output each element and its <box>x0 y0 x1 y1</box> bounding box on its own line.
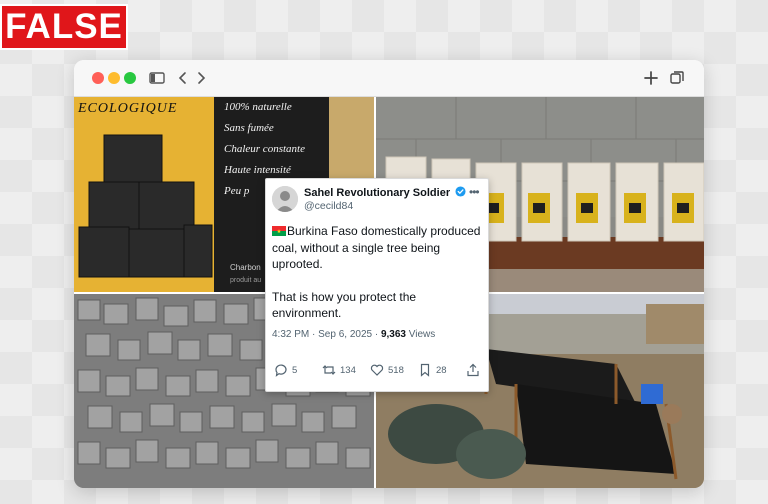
tweet-text-paragraph-2: That is how you protect the environment. <box>272 289 417 321</box>
share-icon <box>467 363 479 377</box>
minimize-window-button[interactable] <box>108 72 120 84</box>
package-claim-line: 100% naturelle <box>224 101 292 113</box>
tabs-overview-icon[interactable] <box>668 69 686 87</box>
share-button[interactable] <box>466 363 480 377</box>
like-count: 518 <box>388 364 404 376</box>
tweet-text-paragraph-1: Burkina Faso domestically produced coal,… <box>272 224 481 271</box>
package-brand: ECOLOGIQUE <box>78 101 178 116</box>
tweet-text: Burkina Faso domestically produced coal,… <box>272 223 482 322</box>
tweet-handle[interactable]: @cecild84 <box>304 200 353 212</box>
tweet-author[interactable]: Sahel Revolutionary Soldier <box>304 186 466 199</box>
more-options-icon[interactable]: ••• <box>469 185 480 199</box>
burkina-faso-flag-icon <box>272 226 286 236</box>
tweet-views-label: Views <box>405 329 436 340</box>
new-tab-icon[interactable] <box>642 69 660 87</box>
bookmark-button[interactable]: 28 <box>418 363 447 377</box>
verified-badge-icon <box>455 186 466 197</box>
package-footer-2: produit au <box>230 277 262 284</box>
repost-icon <box>322 365 336 375</box>
forward-icon[interactable] <box>192 69 210 87</box>
verdict-badge: FALSE <box>0 4 128 50</box>
repost-count: 134 <box>340 364 356 376</box>
tweet-actions: 5 134 518 28 <box>266 363 488 383</box>
reply-button[interactable]: 5 <box>274 363 297 377</box>
tweet-author-name[interactable]: Sahel Revolutionary Soldier <box>304 187 450 199</box>
tweet-meta: 4:32 PM · Sep 6, 2025 · 9,363 Views <box>272 329 435 340</box>
maximize-window-button[interactable] <box>124 72 136 84</box>
package-claim-line: Chaleur constante <box>224 143 305 155</box>
bookmark-count: 28 <box>436 364 447 376</box>
back-icon[interactable] <box>174 69 192 87</box>
package-footer: Charbon <box>230 263 261 272</box>
heart-icon <box>370 364 384 376</box>
close-window-button[interactable] <box>92 72 104 84</box>
sidebar-icon[interactable] <box>148 69 166 87</box>
reply-count: 5 <box>292 364 298 376</box>
browser-toolbar <box>74 60 704 97</box>
repost-button[interactable]: 134 <box>322 363 356 377</box>
tweet-timestamp[interactable]: 4:32 PM · Sep 6, 2025 · <box>272 329 381 340</box>
avatar-image <box>272 186 298 212</box>
tweet-view-count: 9,363 <box>380 329 406 340</box>
avatar[interactable] <box>272 186 298 212</box>
package-claim-line: Sans fumée <box>224 122 274 134</box>
like-button[interactable]: 518 <box>370 363 404 377</box>
bookmark-icon <box>420 363 430 377</box>
tweet-card[interactable]: Sahel Revolutionary Soldier @cecild84 ••… <box>265 178 489 392</box>
reply-icon <box>275 364 287 377</box>
